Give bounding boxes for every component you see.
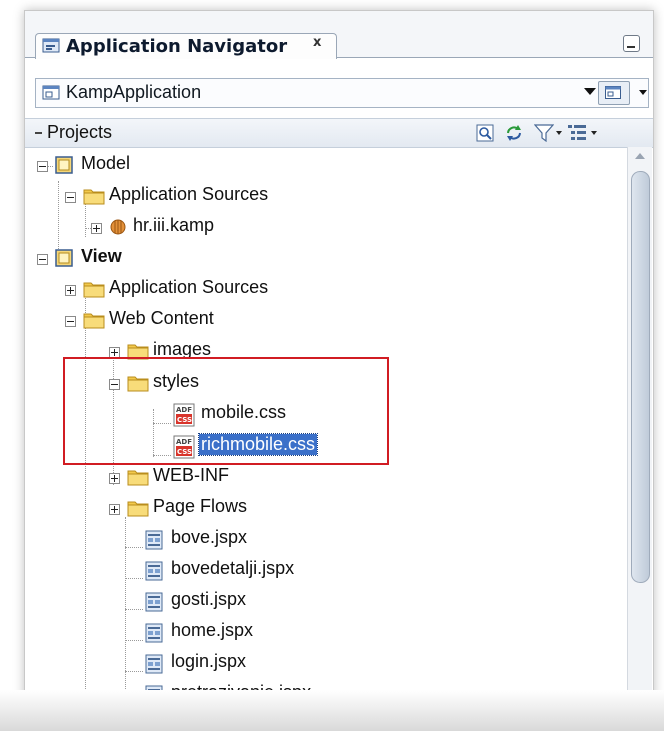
find-icon[interactable] — [476, 124, 494, 146]
projects-panel-header: Projects — [25, 118, 653, 148]
tree-node-page-flows[interactable]: Page Flows — [25, 494, 325, 524]
tab-application-navigator[interactable]: Application Navigator x — [35, 33, 337, 59]
application-menu-button[interactable] — [598, 81, 630, 105]
chevron-down-icon[interactable] — [591, 131, 597, 135]
tree-label: Page Flows — [153, 496, 248, 516]
page-shadow — [0, 690, 664, 731]
collapse-toggle[interactable] — [65, 316, 76, 327]
tab-bar: Application Navigator x — [25, 11, 653, 59]
collapse-toggle[interactable] — [37, 161, 48, 172]
expand-toggle[interactable] — [91, 223, 102, 234]
tree-label: bovedetalji.jspx — [171, 558, 295, 578]
sync-icon[interactable] — [504, 124, 524, 146]
tree-node-view[interactable]: View — [25, 244, 325, 274]
application-selector[interactable]: KampApplication — [35, 78, 649, 108]
tree-label: Web Content — [109, 308, 214, 328]
projects-title: Projects — [47, 122, 113, 142]
tree-node-view-application-sources[interactable]: Application Sources — [25, 275, 405, 305]
application-icon — [42, 85, 60, 105]
scroll-up-arrow-icon[interactable] — [635, 153, 645, 159]
filter-icon[interactable] — [533, 124, 555, 146]
tree-node-file[interactable]: home.jspx — [25, 618, 345, 648]
tree-node-file[interactable]: bovedetalji.jspx — [25, 556, 345, 586]
expand-toggle[interactable] — [109, 473, 120, 484]
collapse-toggle[interactable] — [65, 192, 76, 203]
collapse-toggle[interactable] — [37, 254, 48, 265]
tree-label: WEB-INF — [153, 465, 229, 485]
folder-icon — [83, 280, 105, 302]
tree-node-web-inf[interactable]: WEB-INF — [25, 463, 325, 493]
annotation-highlight-box — [63, 357, 389, 465]
chevron-down-icon[interactable] — [584, 88, 596, 95]
sort-options-icon[interactable] — [567, 124, 587, 146]
chevron-down-icon[interactable] — [556, 131, 562, 135]
folder-icon — [127, 468, 149, 490]
package-icon — [109, 218, 127, 240]
vertical-scrollbar[interactable] — [627, 147, 652, 721]
folder-icon — [83, 187, 105, 209]
tree-label: home.jspx — [171, 620, 254, 640]
tree-node-web-content[interactable]: Web Content — [25, 306, 325, 336]
tree-node-model-application-sources[interactable]: Application Sources — [25, 182, 405, 212]
tree-label: View — [81, 246, 122, 266]
tree-label: gosti.jspx — [171, 589, 247, 609]
expand-toggle[interactable] — [65, 285, 76, 296]
jspx-file-icon — [145, 623, 163, 647]
folder-icon — [127, 499, 149, 521]
tree-node-file[interactable]: bove.jspx — [25, 525, 345, 555]
tree-label: hr.iii.kamp — [133, 215, 215, 235]
project-icon — [55, 156, 73, 178]
jspx-file-icon — [145, 654, 163, 678]
folder-icon — [83, 311, 105, 333]
application-name: KampApplication — [66, 82, 202, 102]
jspx-file-icon — [145, 561, 163, 585]
tab-close-button[interactable]: x — [313, 35, 321, 50]
tree-node-file[interactable]: login.jspx — [25, 649, 345, 679]
project-icon — [55, 249, 73, 271]
tree-node-package[interactable]: hr.iii.kamp — [25, 213, 325, 243]
collapse-icon[interactable] — [35, 132, 42, 134]
expand-toggle[interactable] — [109, 504, 120, 515]
chevron-down-icon[interactable] — [639, 90, 647, 95]
tree-label: Model — [81, 153, 131, 173]
tree-label: login.jspx — [171, 651, 247, 671]
tab-title: Application Navigator — [66, 36, 288, 57]
tree-node-model[interactable]: Model — [25, 151, 325, 181]
scrollbar-thumb[interactable] — [631, 171, 650, 583]
minimize-button[interactable] — [623, 35, 640, 52]
tree-node-file[interactable]: gosti.jspx — [25, 587, 345, 617]
tree-label: bove.jspx — [171, 527, 248, 547]
tree-label: Application Sources — [109, 277, 269, 297]
jspx-file-icon — [145, 530, 163, 554]
jspx-file-icon — [145, 592, 163, 616]
tree-label: Application Sources — [109, 184, 269, 204]
navigator-icon — [42, 37, 62, 59]
